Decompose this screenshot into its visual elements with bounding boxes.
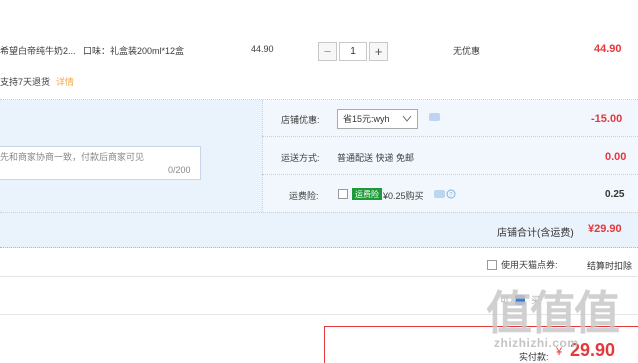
details-link[interactable]: 详情 (56, 77, 74, 87)
insurance-fee: 0.25 (605, 189, 625, 200)
insurance-tag: 运费险 (352, 188, 382, 200)
chat-bubble-icon[interactable] (429, 113, 440, 121)
decrease-button[interactable]: − (318, 42, 337, 61)
chevron-down-icon (402, 110, 412, 135)
coupon-amount: -15.00 (591, 113, 623, 125)
settle-deduct-text: 结算时扣除 (587, 261, 633, 271)
quantity-input[interactable]: 1 (339, 42, 367, 61)
unit-price: 44.90 (251, 44, 274, 54)
tmall-points-label: 使用天猫点券: (501, 260, 558, 270)
coupon-select[interactable]: 省15元:wyh (337, 109, 418, 129)
insurance-checkbox[interactable] (338, 189, 348, 199)
shop-total-value: ¥29.90 (588, 223, 622, 235)
tmall-points-option[interactable]: 使用天猫点券: (487, 258, 558, 271)
insurance-label: 运费险: (289, 191, 319, 201)
message-char-counter: 0/200 (168, 165, 191, 175)
chat-bubble-icon (434, 190, 445, 198)
pay-label: 实付款: (519, 352, 549, 362)
product-name-link[interactable]: 希望白帝纯牛奶2... (0, 44, 76, 57)
shop-total-label: 店铺合计(含运费) (497, 228, 574, 239)
site-watermark: 值值值 (486, 287, 620, 339)
discount-text: 无优惠 (453, 46, 481, 56)
row-divider (262, 136, 638, 137)
return-policy: 支持7天退货 详情 (0, 75, 74, 88)
coupon-selected-value: 省15元:wyh (343, 114, 390, 124)
product-flavor: 口味：礼盒装200ml*12盒 (83, 46, 185, 56)
insurance-price: ¥0.25购买 (383, 191, 424, 201)
coupon-label: 店铺优惠: (281, 115, 320, 125)
shipping-method: 普通配送 快递 免邮 (337, 153, 415, 163)
row-total: 44.90 (594, 43, 622, 55)
increase-button[interactable]: + (369, 42, 388, 61)
row-divider (262, 174, 638, 175)
insurance-help-icons[interactable]: ? (434, 189, 456, 199)
shipping-label: 运送方式: (281, 153, 320, 163)
order-confirm-page: 希望白帝纯牛奶2... 口味：礼盒装200ml*12盒 44.90 − 1 + … (0, 0, 638, 363)
quantity-stepper: − 1 + (318, 42, 388, 63)
return-policy-text: 支持7天退货 (0, 77, 51, 87)
shipping-fee: 0.00 (605, 151, 627, 163)
site-watermark-url: zhizhizhi.com (494, 336, 579, 350)
panel-divider (262, 100, 263, 212)
row-divider (0, 212, 638, 213)
buyer-message-placeholder: 先和商家协商一致，付款后商家可见 (0, 152, 145, 162)
tmall-points-checkbox[interactable] (487, 259, 497, 270)
